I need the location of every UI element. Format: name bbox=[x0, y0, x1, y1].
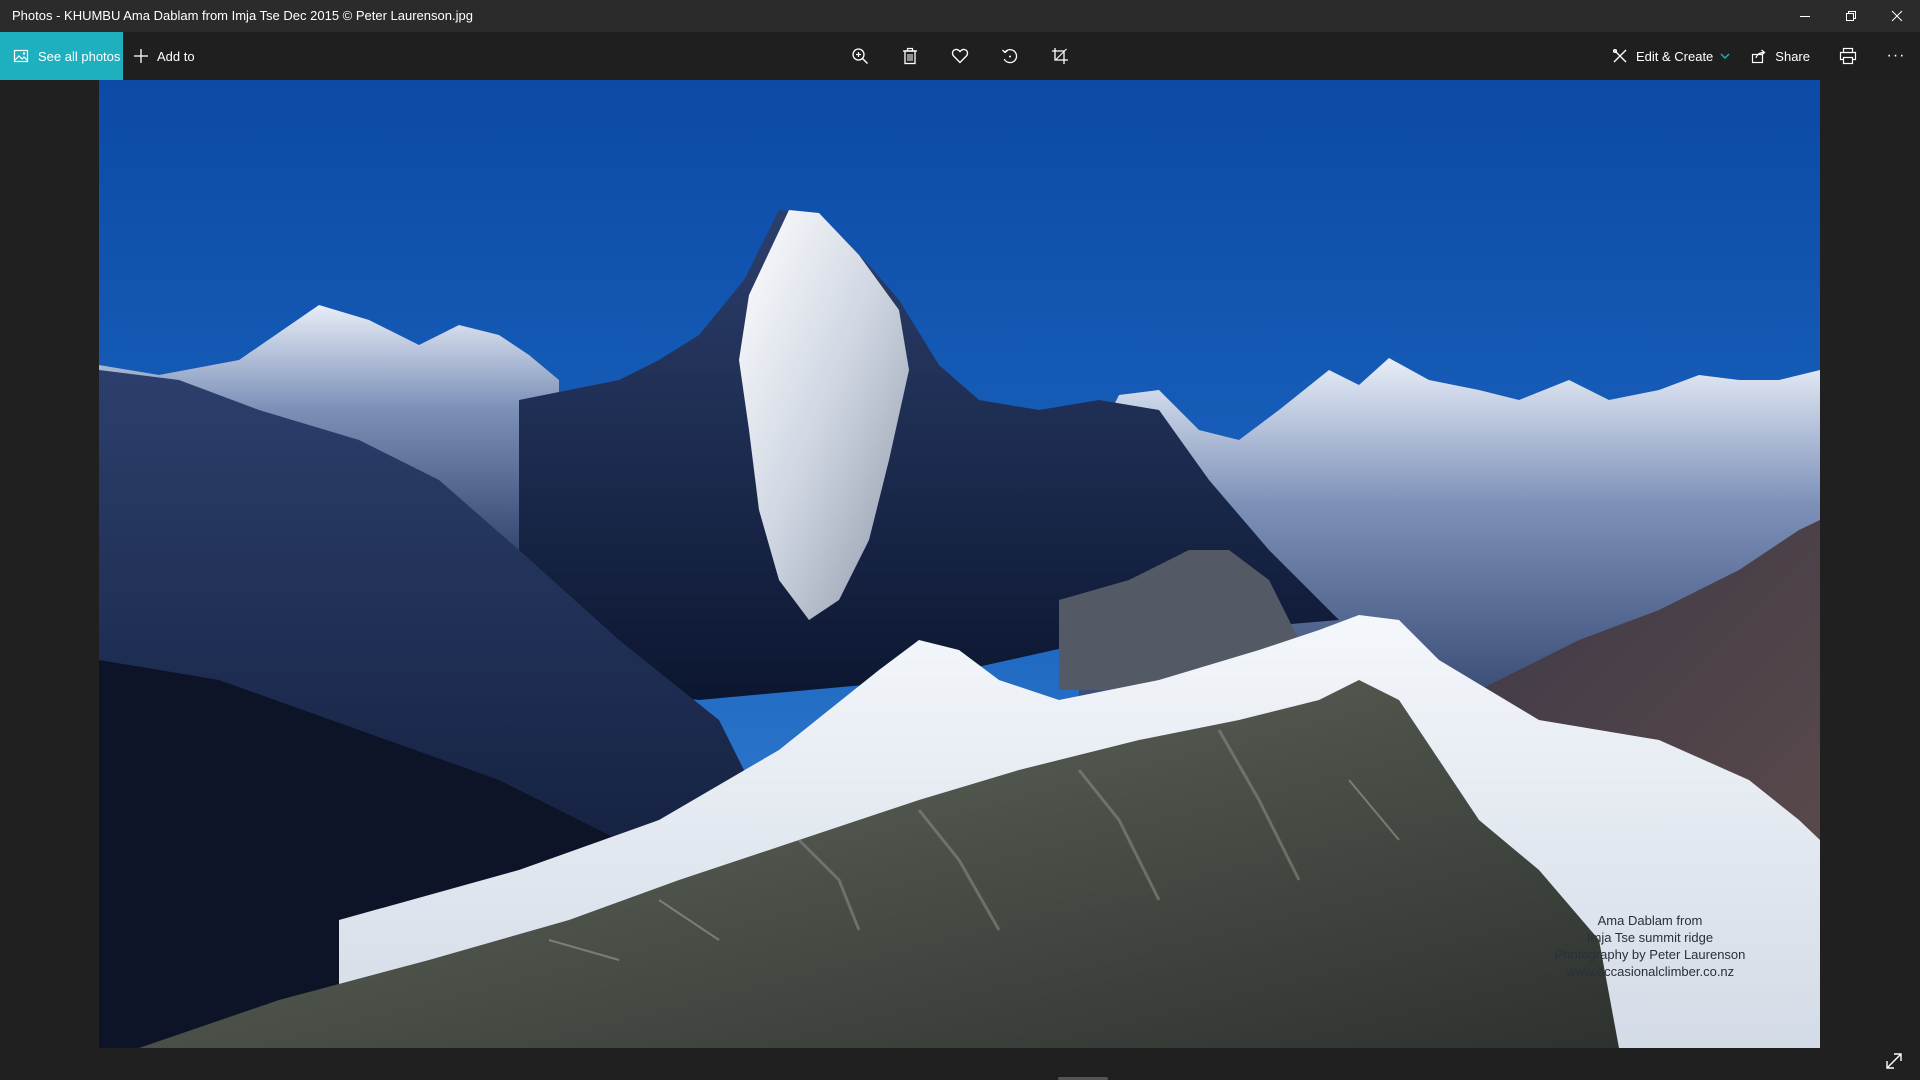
see-all-photos-button[interactable]: See all photos bbox=[0, 32, 123, 80]
crop-icon bbox=[1052, 48, 1068, 64]
more-icon: ··· bbox=[1886, 47, 1906, 64]
photo-image[interactable] bbox=[99, 80, 1820, 1048]
print-button[interactable] bbox=[1824, 32, 1872, 80]
caption-line-1: Ama Dablam from bbox=[1597, 913, 1703, 928]
favorite-button[interactable] bbox=[935, 32, 985, 80]
window-controls bbox=[1782, 0, 1920, 32]
more-options-button[interactable]: ··· bbox=[1872, 32, 1920, 80]
rotate-button[interactable] bbox=[985, 32, 1035, 80]
photos-icon bbox=[13, 49, 29, 63]
share-label: Share bbox=[1775, 48, 1810, 64]
caption-line-2: Imja Tse summit ridge bbox=[1586, 930, 1714, 945]
chevron-down-icon bbox=[1720, 53, 1730, 59]
title-bar: Photos - KHUMBU Ama Dablam from Imja Tse… bbox=[0, 0, 1920, 32]
rotate-icon bbox=[1002, 48, 1018, 64]
caption-line-3: Photography by Peter Laurenson bbox=[1554, 947, 1746, 962]
edit-create-label: Edit & Create bbox=[1635, 48, 1714, 64]
add-to-button[interactable]: Add to bbox=[133, 32, 195, 80]
zoom-in-icon bbox=[852, 48, 868, 64]
restore-icon bbox=[1846, 11, 1856, 21]
see-all-photos-label: See all photos bbox=[38, 48, 121, 64]
edit-create-button[interactable]: Edit & Create bbox=[1604, 32, 1741, 80]
restore-button[interactable] bbox=[1828, 0, 1874, 32]
minimize-button[interactable] bbox=[1782, 0, 1828, 32]
close-button[interactable] bbox=[1874, 0, 1920, 32]
center-tools bbox=[835, 32, 1085, 80]
close-icon bbox=[1891, 10, 1903, 22]
crop-button[interactable] bbox=[1035, 32, 1085, 80]
minimize-icon bbox=[1800, 16, 1810, 17]
mountain-photo bbox=[99, 80, 1820, 1048]
photo-caption: Ama Dablam from Imja Tse summit ridge Ph… bbox=[1440, 912, 1860, 980]
toolbar: See all photos Add to Edit & Create Shar… bbox=[0, 32, 1920, 80]
delete-icon bbox=[903, 47, 917, 65]
expand-button[interactable] bbox=[1878, 1045, 1910, 1077]
photo-stage: Ama Dablam from Imja Tse summit ridge Ph… bbox=[0, 80, 1920, 1080]
print-icon bbox=[1839, 47, 1857, 65]
zoom-button[interactable] bbox=[835, 32, 885, 80]
plus-icon bbox=[134, 49, 148, 63]
share-button[interactable]: Share bbox=[1741, 32, 1824, 80]
heart-icon bbox=[951, 48, 969, 64]
share-icon bbox=[1752, 49, 1766, 64]
edit-create-icon bbox=[1612, 48, 1627, 63]
delete-button[interactable] bbox=[885, 32, 935, 80]
right-tools: Edit & Create Share ··· bbox=[1604, 32, 1920, 80]
caption-line-4: www.occasionalclimber.co.nz bbox=[1565, 964, 1735, 979]
add-to-label: Add to bbox=[157, 48, 195, 64]
expand-icon bbox=[1886, 1053, 1902, 1069]
window-title: Photos - KHUMBU Ama Dablam from Imja Tse… bbox=[12, 8, 473, 23]
